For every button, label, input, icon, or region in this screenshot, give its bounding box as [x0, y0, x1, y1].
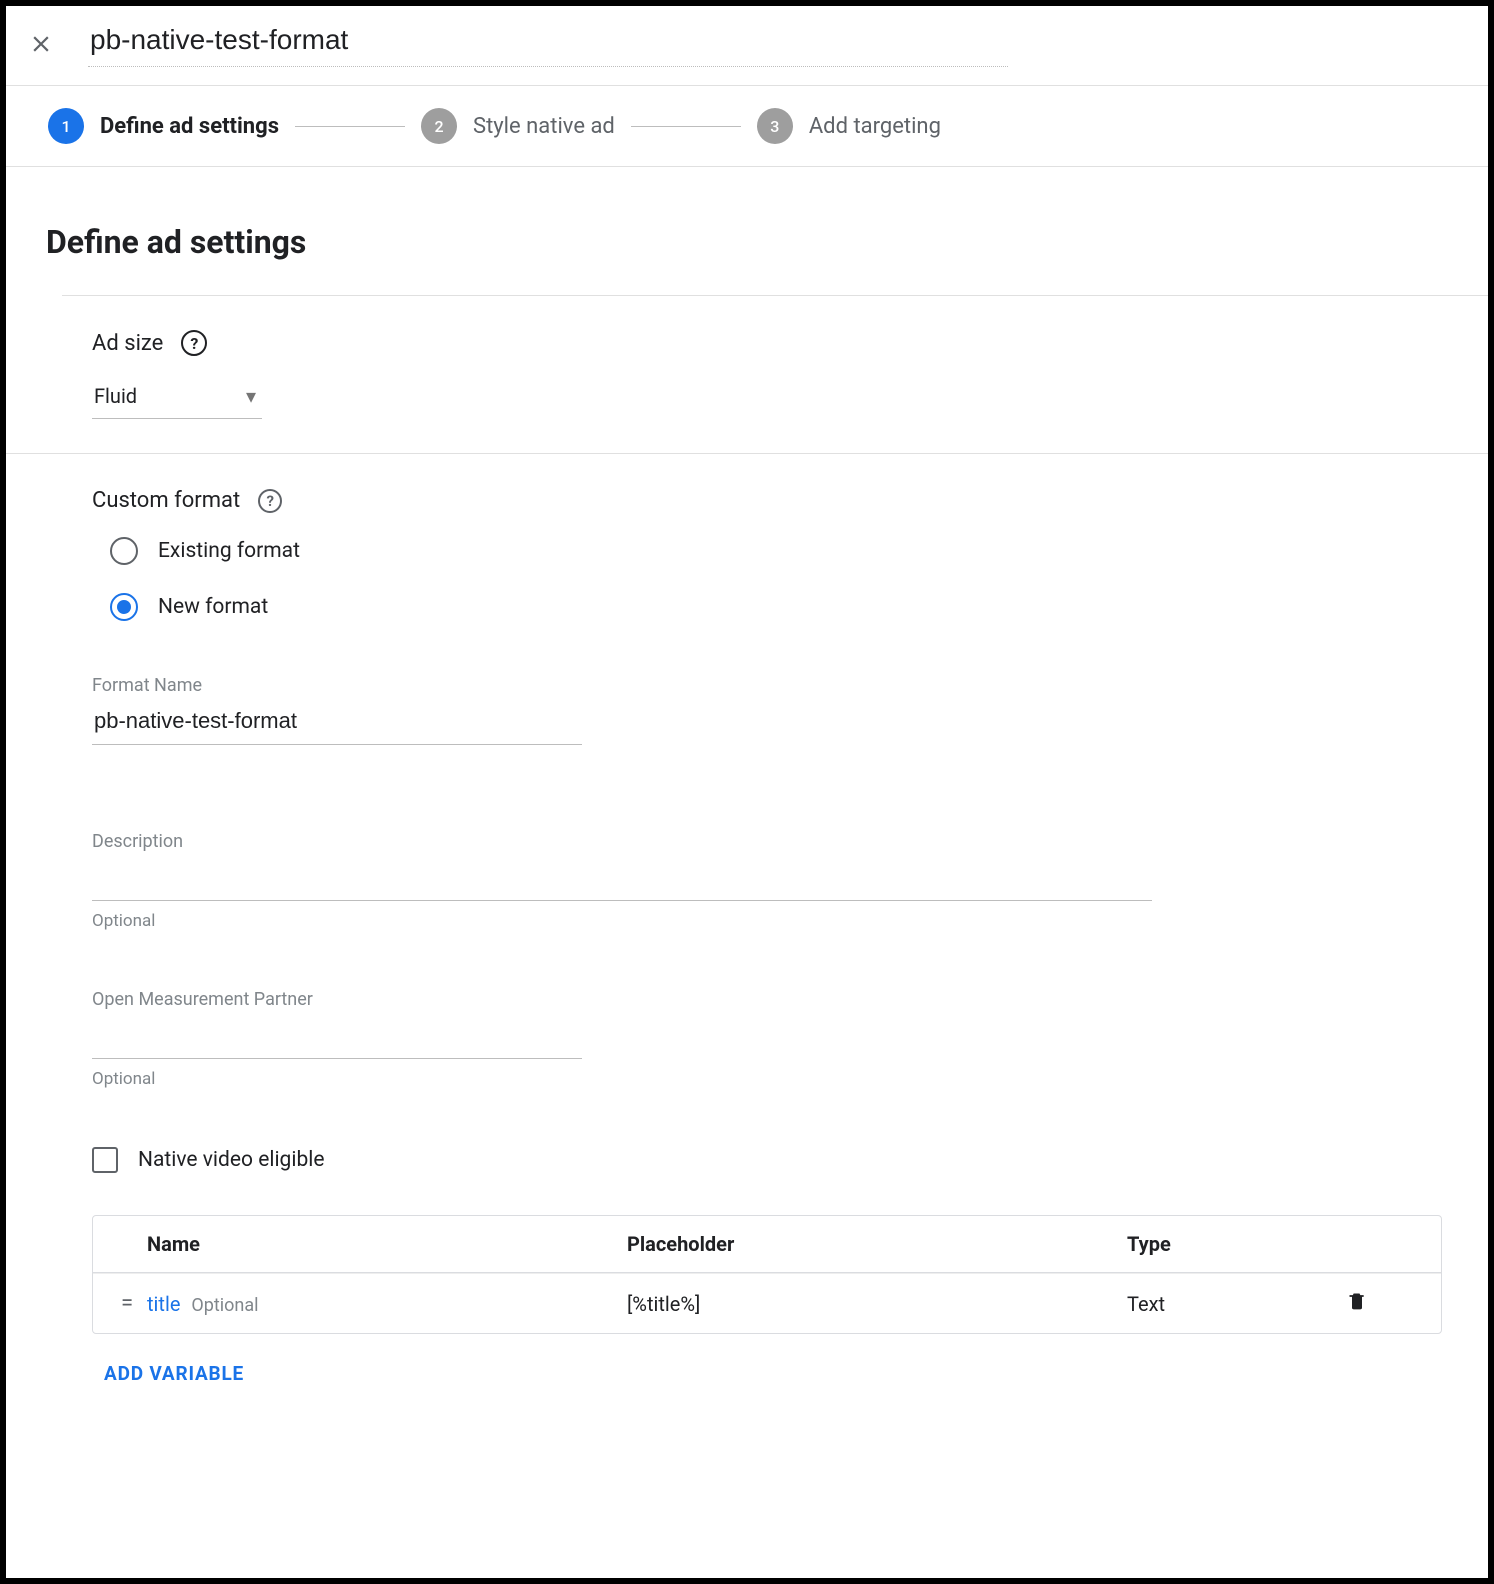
field-label: Open Measurement Partner [92, 989, 1442, 1010]
step-label: Add targeting [809, 114, 941, 139]
om-partner-field: Open Measurement Partner Optional [92, 989, 1442, 1089]
step-number-icon: 2 [421, 108, 457, 144]
drag-handle-icon[interactable]: = [103, 1291, 147, 1316]
ad-size-label-row: Ad size ? [92, 330, 1442, 356]
radio-label: New format [158, 595, 268, 619]
field-hint: Optional [92, 911, 1442, 931]
step-label: Style native ad [473, 114, 615, 139]
help-icon[interactable]: ? [181, 330, 207, 356]
variables-table: Name Placeholder Type = title Optional [… [92, 1215, 1442, 1334]
step-add-targeting[interactable]: 3 Add targeting [757, 108, 941, 144]
table-header-row: Name Placeholder Type [93, 1216, 1441, 1273]
description-field: Description Optional [92, 831, 1442, 931]
format-name-input[interactable] [92, 702, 582, 745]
page-header [6, 6, 1488, 86]
native-video-checkbox-row[interactable]: Native video eligible [92, 1147, 1442, 1173]
variable-name-link[interactable]: title [147, 1292, 180, 1316]
variable-name-cell: title Optional [147, 1292, 627, 1316]
step-define-ad-settings[interactable]: 1 Define ad settings [48, 108, 279, 144]
section-title: Define ad settings [6, 167, 1488, 295]
add-variable-button[interactable]: ADD VARIABLE [104, 1362, 244, 1385]
step-style-native-ad[interactable]: 2 Style native ad [421, 108, 615, 144]
field-hint: Optional [92, 1069, 1442, 1089]
variable-type-cell: Text [1127, 1292, 1327, 1316]
field-label: Description [92, 831, 1442, 852]
divider [6, 453, 1488, 454]
step-number-icon: 3 [757, 108, 793, 144]
checkbox-label: Native video eligible [138, 1148, 325, 1172]
close-icon[interactable] [28, 31, 54, 57]
step-number-icon: 1 [48, 108, 84, 144]
radio-icon [110, 537, 138, 565]
checkbox-icon [92, 1147, 118, 1173]
help-icon[interactable]: ? [258, 489, 282, 513]
variable-placeholder-cell: [%title%] [627, 1292, 1127, 1316]
table-row: = title Optional [%title%] Text [93, 1273, 1441, 1333]
col-type: Type [1127, 1232, 1327, 1256]
radio-icon [110, 593, 138, 621]
format-name-field: Format Name [92, 675, 1442, 745]
col-placeholder: Placeholder [627, 1232, 1127, 1256]
description-input[interactable] [92, 858, 1152, 901]
om-partner-input[interactable] [92, 1016, 582, 1059]
delete-icon[interactable] [1327, 1290, 1387, 1317]
radio-label: Existing format [158, 539, 300, 563]
chevron-down-icon: ▾ [246, 384, 256, 408]
radio-existing-format[interactable]: Existing format [110, 537, 1442, 565]
stepper: 1 Define ad settings 2 Style native ad 3… [6, 86, 1488, 167]
col-name: Name [147, 1232, 627, 1256]
ad-size-label: Ad size [92, 331, 163, 356]
settings-card: Ad size ? Fluid ▾ Custom format ? Existi… [62, 295, 1488, 1385]
step-label: Define ad settings [100, 114, 279, 139]
dropdown-value: Fluid [94, 384, 137, 408]
variable-optional-tag: Optional [191, 1295, 258, 1316]
stepper-connector [295, 126, 405, 127]
custom-format-label: Custom format [92, 488, 240, 513]
ad-size-dropdown[interactable]: Fluid ▾ [92, 380, 262, 419]
custom-format-label-row: Custom format ? [92, 488, 1442, 513]
radio-new-format[interactable]: New format [110, 593, 1442, 621]
custom-format-radio-group: Existing format New format [110, 537, 1442, 621]
creative-title-input[interactable] [88, 20, 1008, 67]
stepper-connector [631, 126, 741, 127]
field-label: Format Name [92, 675, 1442, 696]
